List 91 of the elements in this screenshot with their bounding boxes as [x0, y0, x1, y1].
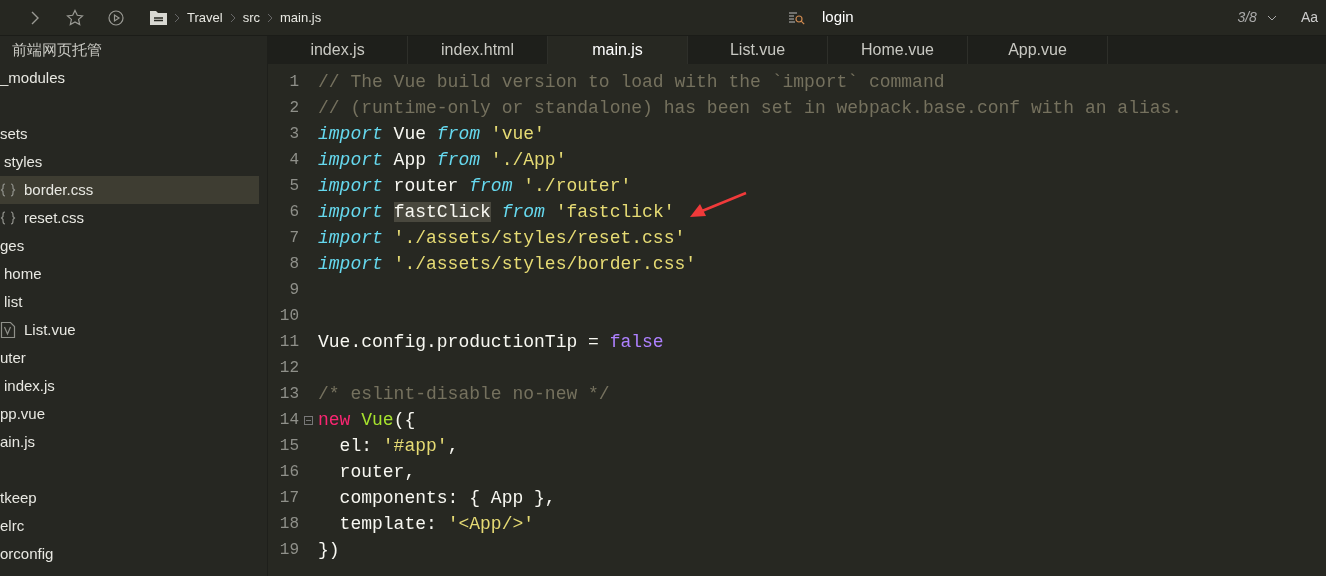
breadcrumb-item[interactable]: src — [242, 7, 260, 28]
code-line: import './assets/styles/reset.css' — [318, 226, 686, 250]
tree-item-label: styles — [4, 151, 43, 172]
line-number: 11 — [278, 332, 299, 353]
tree-item-label: List.vue — [24, 319, 76, 340]
chevron-right-icon — [228, 12, 237, 23]
line-number: 6 — [288, 202, 299, 223]
play-circle-icon[interactable] — [108, 9, 124, 26]
line-number: 15 — [278, 436, 299, 457]
code-line: import fastClick from 'fastclick' — [318, 200, 675, 224]
code-line: import router from './router' — [318, 174, 632, 198]
tree-item[interactable]: reset.css — [0, 204, 259, 232]
search-icon — [788, 10, 806, 25]
line-number: 18 — [278, 514, 299, 535]
tree-item[interactable]: elrc — [0, 512, 259, 540]
tree-item-label: uter — [0, 347, 26, 368]
line-number: 7 — [288, 228, 299, 249]
tree-item[interactable]: _modules — [0, 64, 259, 92]
code-line: new Vue({ — [318, 408, 416, 432]
star-icon[interactable] — [66, 8, 84, 27]
code-line: router, — [338, 460, 416, 484]
chevron-down-icon[interactable] — [1266, 14, 1277, 21]
editor-tab[interactable]: List.vue — [688, 36, 828, 64]
tree-item[interactable]: border.css — [0, 176, 259, 204]
tree-item[interactable]: ges — [0, 232, 259, 260]
tree-item-label: home — [4, 263, 42, 284]
line-number: 8 — [288, 254, 299, 275]
match-count: 3/8 — [1237, 8, 1257, 27]
tree-item-label: border.css — [24, 179, 94, 200]
line-number: 5 — [288, 176, 299, 197]
match-case-toggle[interactable]: Aa — [1300, 7, 1318, 28]
tree-item-label: list — [4, 291, 23, 312]
line-number: 4 — [288, 150, 299, 171]
code-line: import App from './App' — [318, 148, 567, 172]
folder-icon[interactable] — [150, 10, 167, 25]
line-number: 10 — [278, 306, 299, 327]
editor-tab[interactable]: index.js — [268, 36, 408, 64]
code-line: components: { App }, — [338, 486, 556, 510]
line-number: 1 — [288, 72, 299, 93]
line-number: 3 — [288, 124, 299, 145]
code-line: /* eslint-disable no-new */ — [318, 382, 610, 406]
braces-icon — [0, 211, 16, 225]
code-line: template: '<App/>' — [338, 512, 535, 536]
chevron-right-icon — [173, 12, 181, 23]
breadcrumb-item[interactable]: Travel — [187, 7, 223, 28]
braces-icon — [0, 183, 16, 197]
editor-tab[interactable]: Home.vue — [828, 36, 968, 64]
line-number: 14 — [278, 410, 299, 431]
code-line: // (runtime-only or standalone) has been set in webpack.base.conf with an alias. — [318, 96, 1183, 120]
line-number: 12 — [278, 358, 299, 379]
tree-item[interactable]: ain.js — [0, 428, 259, 456]
tree-item-label: sets — [0, 123, 28, 144]
tree-item[interactable]: uter — [0, 344, 259, 372]
code-line: }) — [318, 538, 340, 562]
tree-item[interactable]: sets — [0, 120, 259, 148]
code-line: // The Vue build version to load with the `import` command — [318, 70, 945, 94]
tree-item-label: orconfig — [0, 543, 54, 564]
code-line: el: '#app', — [338, 434, 459, 458]
code-line: import './assets/styles/border.css' — [318, 252, 697, 276]
chevron-right-icon — [266, 12, 274, 23]
search-field[interactable]: login — [822, 6, 1238, 29]
tree-item[interactable]: styles — [0, 148, 259, 176]
tree-item-label: tkeep — [0, 487, 37, 508]
tree-item-label: ain.js — [0, 431, 36, 452]
file-icon — [0, 321, 16, 339]
code-line: Vue.config.productionTip = false — [318, 330, 664, 354]
tree-item[interactable]: index.js — [0, 372, 259, 400]
editor-tab[interactable]: App.vue — [968, 36, 1108, 64]
tree-item[interactable]: tkeep — [0, 484, 259, 512]
tree-item-label: ges — [0, 235, 25, 256]
line-number: 13 — [278, 384, 299, 405]
tree-item-label: reset.css — [24, 207, 84, 228]
tree-item[interactable]: orconfig — [0, 540, 259, 568]
sidebar-title: 前端网页托管 — [11, 39, 103, 60]
tree-item-label: _modules — [0, 67, 66, 88]
line-number: 17 — [278, 488, 299, 509]
tree-item[interactable]: pp.vue — [0, 400, 259, 428]
tree-item[interactable]: home — [0, 260, 259, 288]
editor-tab[interactable]: main.js — [548, 36, 688, 64]
tree-item-label: index.js — [4, 375, 55, 396]
breadcrumb-item[interactable]: main.js — [280, 7, 322, 28]
line-number: 9 — [288, 280, 299, 301]
fold-icon[interactable] — [304, 415, 313, 425]
line-number: 16 — [278, 462, 299, 483]
tree-item[interactable]: list — [0, 288, 259, 316]
code-line: import Vue from 'vue' — [318, 122, 545, 146]
line-number: 19 — [278, 540, 299, 561]
tree-item-label: pp.vue — [0, 403, 46, 424]
line-number: 2 — [288, 98, 299, 119]
tree-item-label: elrc — [0, 515, 25, 536]
tree-item[interactable]: List.vue — [0, 316, 259, 344]
